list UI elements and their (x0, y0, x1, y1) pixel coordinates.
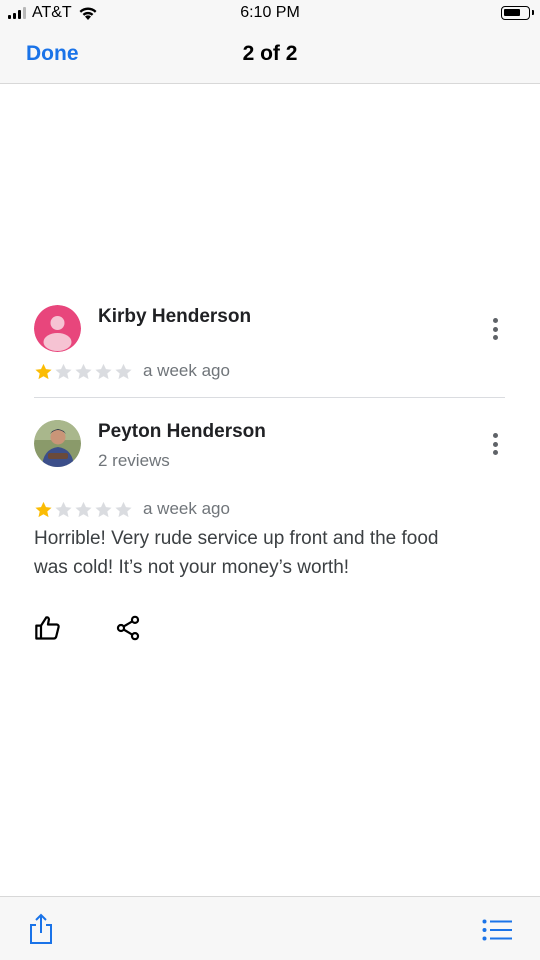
person-icon (34, 305, 81, 352)
review-text: Horrible! Very rude service up front and… (34, 528, 439, 578)
star-empty-icon (115, 501, 132, 517)
more-options-button[interactable] (490, 318, 500, 340)
star-empty-icon (55, 501, 72, 517)
bottom-toolbar (0, 896, 540, 960)
reviewer-name[interactable]: Kirby Henderson (98, 306, 251, 328)
star-empty-icon (75, 501, 92, 517)
star-empty-icon (115, 363, 132, 379)
rating-row: a week ago (34, 499, 230, 519)
star-empty-icon (95, 363, 112, 379)
reviewer-name[interactable]: Peyton Henderson (98, 421, 266, 443)
share-icon (116, 615, 140, 641)
page-title: 2 of 2 (242, 42, 298, 65)
star-empty-icon (75, 363, 92, 379)
rating-row: a week ago (34, 361, 230, 381)
review-time: a week ago (143, 361, 230, 380)
ios-share-icon (30, 913, 52, 944)
star-rating (34, 500, 133, 519)
star-empty-icon (95, 501, 112, 517)
star-filled-icon (35, 363, 52, 379)
star-empty-icon (55, 363, 72, 379)
status-time: 6:10 PM (240, 4, 300, 21)
reviewer-review-count[interactable]: 2 reviews (98, 451, 170, 471)
avatar[interactable] (34, 305, 81, 352)
ios-share-button[interactable] (28, 913, 54, 950)
review-time: a week ago (143, 499, 230, 518)
divider (34, 397, 505, 398)
thumb-up-icon (35, 616, 60, 640)
list-view-button[interactable] (482, 919, 512, 946)
more-options-button[interactable] (490, 433, 500, 455)
like-button[interactable] (34, 614, 62, 642)
share-button[interactable] (114, 614, 142, 642)
battery-icon (501, 6, 534, 20)
review-card: Peyton Henderson 2 reviews a week ago Ho… (34, 420, 504, 650)
profile-photo (34, 420, 81, 467)
review-card: Kirby Henderson a week ago (34, 305, 504, 385)
star-rating (34, 362, 133, 381)
nav-bar: Done 2 of 2 (0, 28, 540, 84)
status-bar: AT&T 6:10 PM (0, 0, 540, 28)
list-icon (482, 919, 512, 941)
star-filled-icon (35, 501, 52, 517)
avatar[interactable] (34, 420, 81, 467)
